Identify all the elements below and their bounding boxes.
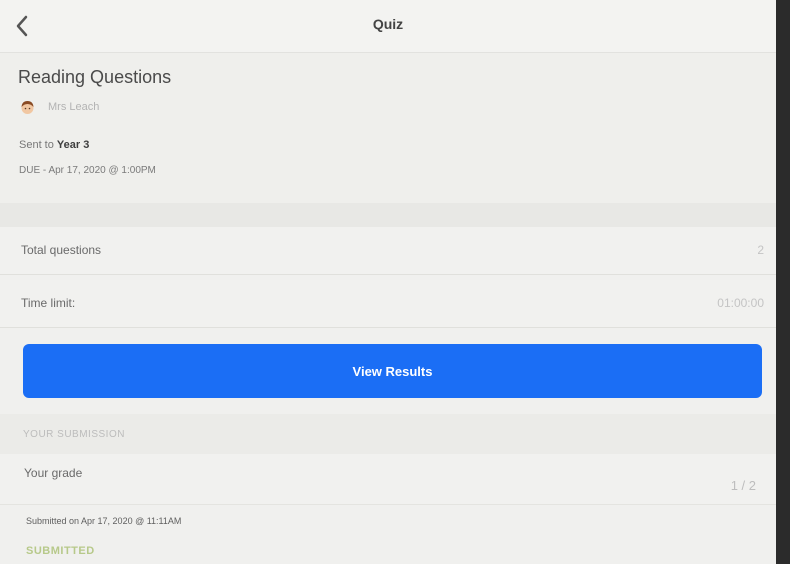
submission-header-label: YOUR SUBMISSION: [23, 429, 125, 440]
sent-to-value: Year 3: [56, 139, 90, 151]
grade-label: Your grade: [24, 466, 83, 480]
section-divider: [0, 203, 776, 227]
quiz-header: Reading Questions Mrs Leach Sent to Year…: [0, 53, 776, 203]
time-limit-label: Time limit:: [21, 296, 76, 310]
navigation-bar: Quiz: [0, 0, 776, 53]
sent-to-label: Sent to: [19, 139, 54, 151]
quiz-screen: Quiz Reading Questions Mrs Leach Sent to…: [0, 0, 776, 564]
grade-value: 1 / 2: [730, 478, 756, 493]
total-questions-label: Total questions: [21, 243, 102, 257]
total-questions-value: 2: [757, 243, 764, 257]
total-questions-row: Total questions 2: [0, 227, 776, 275]
quiz-title: Reading Questions: [18, 67, 172, 87]
grade-row: Your grade 1 / 2: [0, 454, 776, 505]
time-limit-value: 01:00:00: [717, 296, 764, 310]
submitted-timestamp: Submitted on Apr 17, 2020 @ 11:11AM: [26, 516, 182, 526]
page-title: Quiz: [372, 16, 404, 32]
time-limit-row: Time limit: 01:00:00: [0, 280, 776, 328]
due-date: DUE - Apr 17, 2020 @ 1:00PM: [19, 165, 156, 176]
author-name: Mrs Leach: [48, 101, 100, 113]
status-badge: SUBMITTED: [26, 545, 95, 557]
submission-section-header: YOUR SUBMISSION: [0, 414, 776, 454]
sent-to: Sent to Year 3: [19, 139, 89, 151]
device-bezel: [776, 0, 790, 564]
avatar: [21, 101, 34, 114]
view-results-button[interactable]: View Results: [23, 344, 762, 398]
